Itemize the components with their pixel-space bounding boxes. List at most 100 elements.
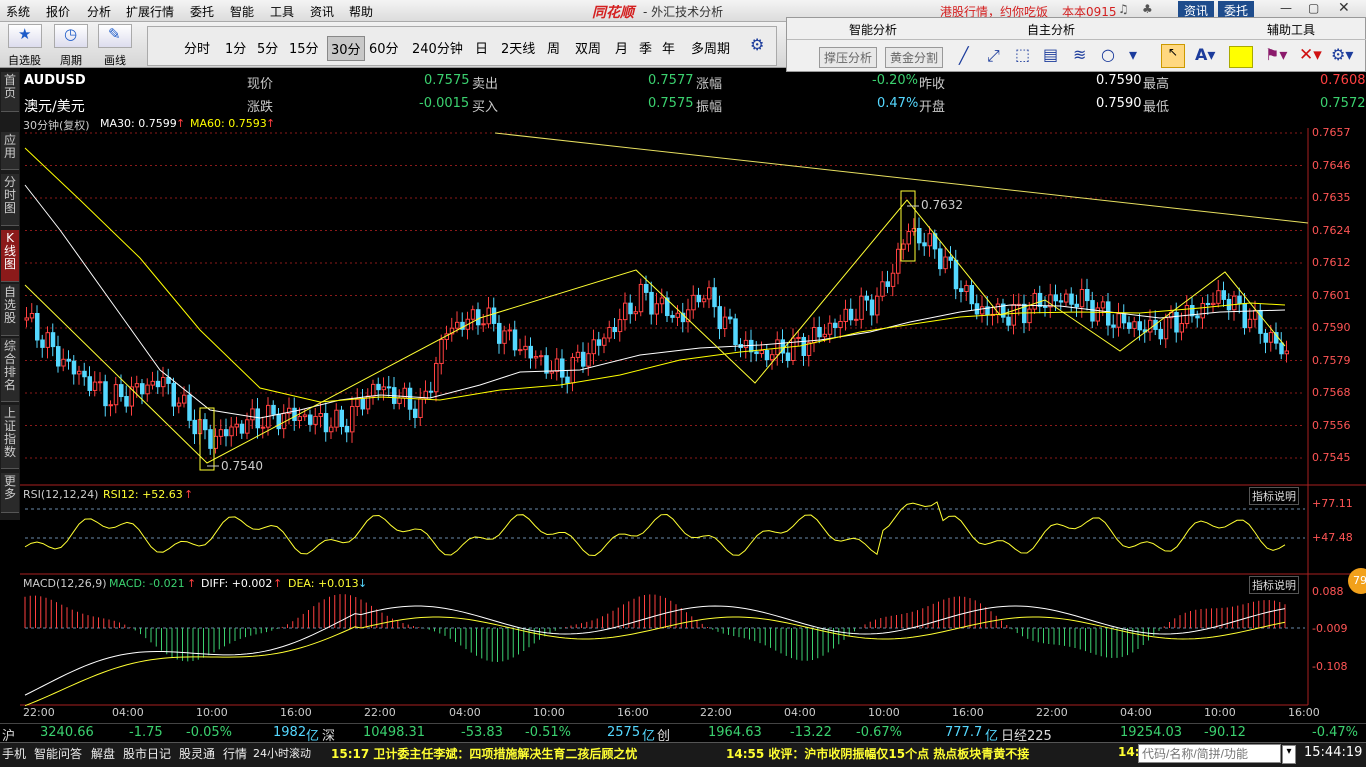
tab-diary[interactable]: 股市日记 xyxy=(123,745,171,762)
tab-24h[interactable]: 24小时滚动 xyxy=(253,745,311,761)
candle-body xyxy=(901,243,906,250)
candle-body xyxy=(549,370,554,374)
candle-body xyxy=(187,394,192,421)
time-axis-label: 04:00 xyxy=(784,706,816,719)
candle-body xyxy=(1011,304,1016,326)
candle-body xyxy=(113,384,119,406)
candle-body xyxy=(218,429,224,437)
macd-help-button[interactable]: 指标说明 xyxy=(1249,576,1299,594)
tab-mobile[interactable]: 手机 xyxy=(2,745,26,762)
time-axis-label: 16:00 xyxy=(280,706,312,719)
tab-gulingtong[interactable]: 股灵通 xyxy=(179,745,215,762)
ma60-line xyxy=(24,147,1286,403)
candle-body xyxy=(1216,290,1221,304)
candle-body xyxy=(77,370,82,375)
candle-body xyxy=(203,419,208,431)
price-axis-label: 0.7579 xyxy=(1312,353,1351,367)
candle-body xyxy=(885,281,890,287)
candle-body xyxy=(134,383,140,388)
candle-body xyxy=(371,383,376,397)
sz-index: 10498.31 xyxy=(363,725,426,740)
candle-body xyxy=(1116,313,1121,328)
candle-body xyxy=(497,322,502,344)
candle-body xyxy=(869,299,875,316)
time-axis-label: 04:00 xyxy=(112,706,144,719)
time-axis-label: 04:00 xyxy=(449,706,481,719)
candle-body xyxy=(974,303,980,315)
rsi-help-button[interactable]: 指标说明 xyxy=(1249,487,1299,505)
search-input[interactable] xyxy=(1138,744,1281,763)
search-dropdown-icon[interactable]: ▾ xyxy=(1282,745,1296,764)
candle-body xyxy=(890,272,896,287)
candle-body xyxy=(623,302,628,321)
candle-body xyxy=(617,319,623,333)
candle-body xyxy=(491,307,497,324)
candle-body xyxy=(213,435,218,449)
news-headline-2[interactable]: 14:55 收评：沪市收阴振幅仅15个点 热点板块青黄不接 xyxy=(726,745,1029,762)
candle-body xyxy=(1237,295,1242,305)
news-headline-3[interactable]: 14: xyxy=(1118,745,1140,759)
tab-qa[interactable]: 智能问答 xyxy=(34,745,82,762)
candle-body xyxy=(822,333,827,338)
candle-body xyxy=(502,330,507,344)
nk-index: 19254.03 xyxy=(1120,725,1183,740)
candle-body xyxy=(1069,293,1074,305)
macd-legend: MACD(12,26,9) xyxy=(23,577,107,590)
candle-body xyxy=(943,256,948,270)
rsi-up-arrow-icon: ↑ xyxy=(184,488,194,501)
candle-body xyxy=(155,380,161,388)
candle-body xyxy=(969,285,974,305)
candle-body xyxy=(854,318,859,321)
news-headline-1[interactable]: 15:17 卫计委主任李斌：四项措施解决生育二孩后顾之忧 xyxy=(331,745,637,762)
price-axis-label: 0.7657 xyxy=(1312,126,1351,139)
candle-body xyxy=(350,405,355,433)
candle-body xyxy=(161,376,166,388)
candle-body xyxy=(1284,350,1289,355)
candle-body xyxy=(1132,321,1137,329)
candle-body xyxy=(339,409,344,427)
macd-axis-zero: -0.009 xyxy=(1312,622,1348,635)
candle-body xyxy=(171,382,176,407)
macd-value: MACD: -0.021 xyxy=(109,577,185,590)
candle-body xyxy=(1137,321,1142,331)
candle-body xyxy=(560,358,565,378)
candle-body xyxy=(71,360,77,375)
sh-index: 3240.66 xyxy=(40,725,94,740)
candle-body xyxy=(512,329,518,351)
candle-body xyxy=(964,285,969,292)
candle-body xyxy=(654,303,659,315)
candle-body xyxy=(833,322,838,328)
candle-body xyxy=(754,351,759,355)
kline-chart[interactable]: 0.7632 0.7540 xyxy=(0,0,1366,767)
price-axis-label: 0.7545 xyxy=(1312,451,1351,464)
candle-body xyxy=(785,352,791,361)
candle-body xyxy=(906,231,911,245)
candle-body xyxy=(707,287,712,300)
candle-body xyxy=(633,311,638,315)
candle-body xyxy=(801,336,806,356)
candle-body xyxy=(1090,300,1095,322)
dea-down-arrow-icon: ↓ xyxy=(358,577,368,590)
rsi-value: RSI12: +52.63 xyxy=(103,488,183,501)
candle-body xyxy=(87,376,92,391)
candle-body xyxy=(302,414,308,418)
candle-body xyxy=(418,398,423,418)
candle-body xyxy=(917,228,922,244)
time-axis-label: 22:00 xyxy=(1036,706,1068,719)
time-axis-label: 16:00 xyxy=(1288,706,1320,719)
candle-body xyxy=(1043,305,1048,308)
candle-body xyxy=(691,294,696,311)
candle-body xyxy=(959,288,964,292)
candle-body xyxy=(838,320,843,328)
candle-body xyxy=(533,355,539,359)
candle-body xyxy=(1053,294,1058,302)
candle-body xyxy=(581,351,586,367)
tab-jiepan[interactable]: 解盘 xyxy=(91,745,115,762)
tab-market[interactable]: 行情 xyxy=(223,745,247,762)
candle-body xyxy=(45,332,50,348)
candle-body xyxy=(827,322,833,335)
candle-body xyxy=(476,309,481,326)
candle-body xyxy=(980,306,985,315)
candle-body xyxy=(470,309,476,320)
candle-body xyxy=(1058,300,1064,303)
